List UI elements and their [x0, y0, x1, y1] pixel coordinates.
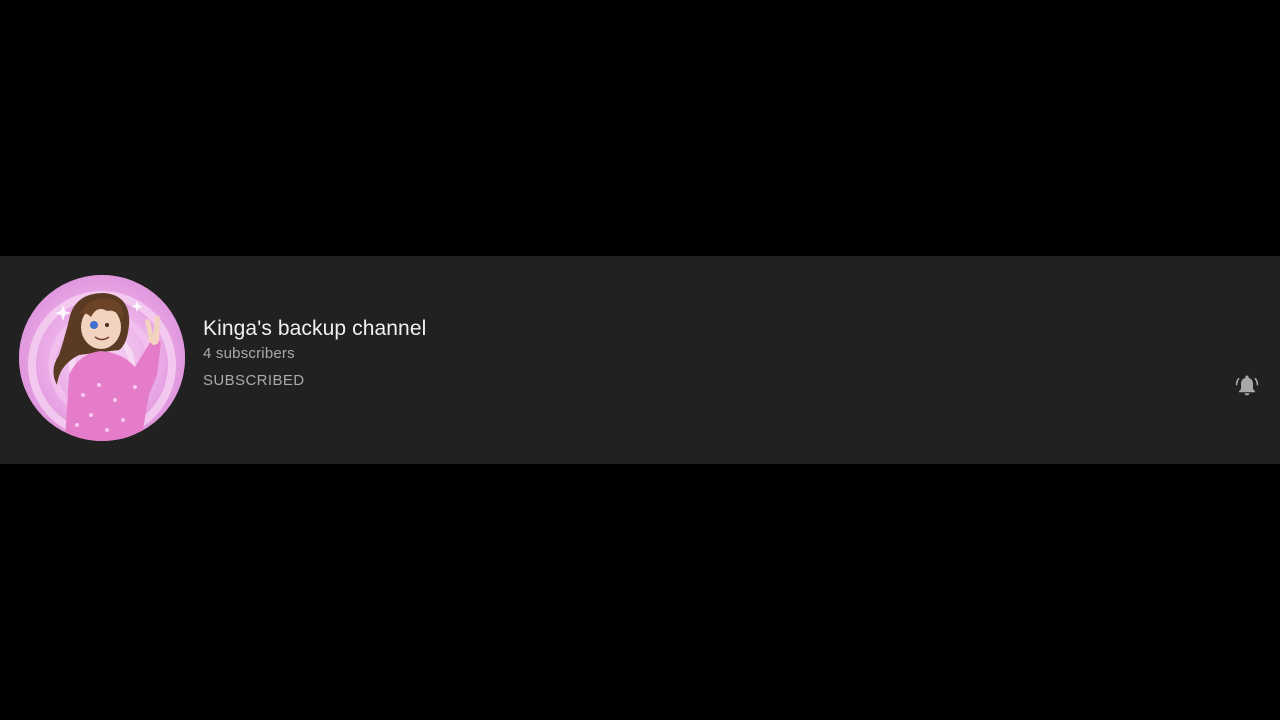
- bell-icon-graphic: [1235, 375, 1259, 396]
- channel-info: Kinga's backup channel 4 subscribers SUB…: [203, 316, 426, 391]
- avatar-illustration: [19, 275, 185, 441]
- page: Kinga's backup channel 4 subscribers SUB…: [0, 0, 1280, 720]
- bell-ringing-icon[interactable]: [1234, 372, 1260, 398]
- subscribed-button[interactable]: SUBSCRIBED: [203, 371, 305, 391]
- channel-avatar[interactable]: [19, 275, 185, 441]
- channel-name[interactable]: Kinga's backup channel: [203, 316, 426, 342]
- channel-card[interactable]: Kinga's backup channel 4 subscribers SUB…: [0, 256, 1280, 464]
- subscriber-count: 4 subscribers: [203, 345, 295, 362]
